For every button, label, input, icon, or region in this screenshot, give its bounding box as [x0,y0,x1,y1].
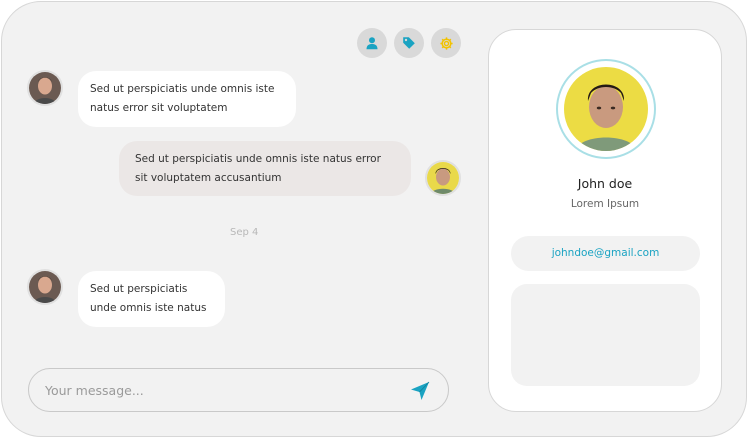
profile-details-box [511,284,700,386]
profile-card: John doe Lorem Ipsum johndoe@gmail.com [488,29,722,412]
send-button[interactable] [409,380,431,402]
date-separator: Sep 4 [230,227,259,238]
contact-avatar[interactable] [27,70,63,106]
message-text: Sed ut perspiciatis unde omnis iste natu… [135,153,381,165]
user-icon [366,37,378,50]
tag-icon [403,37,415,49]
message-text: unde omnis iste natus [90,302,207,314]
message-text: sit voluptatem accusantium [135,172,282,184]
profile-avatar-ring [556,59,656,159]
chat-window: Sed ut perspiciatis unde omnis iste natu… [1,1,747,437]
message-text: Sed ut perspiciatis [90,283,188,295]
gear-icon [439,36,453,50]
message-bubble-1: Sed ut perspiciatis unde omnis iste natu… [78,71,296,127]
send-icon [411,381,430,400]
message-bubble-3: Sed ut perspiciatis unde omnis iste natu… [78,271,225,327]
message-text: Sed ut perspiciatis unde omnis iste [90,83,275,95]
profile-subtitle: Lorem Ipsum [570,198,640,210]
tag-button[interactable] [394,28,424,58]
message-bubble-2: Sed ut perspiciatis unde omnis iste natu… [119,141,411,196]
profile-avatar[interactable] [564,67,648,151]
toolbar [357,28,461,58]
contact-avatar[interactable] [27,269,63,305]
user-avatar[interactable] [425,160,461,196]
message-text: natus error sit voluptatem [90,102,228,114]
message-input[interactable] [45,379,385,401]
profile-button[interactable] [357,28,387,58]
profile-email[interactable]: johndoe@gmail.com [511,236,700,271]
message-composer [28,368,449,412]
settings-button[interactable] [431,28,461,58]
profile-name: John doe [577,176,633,191]
